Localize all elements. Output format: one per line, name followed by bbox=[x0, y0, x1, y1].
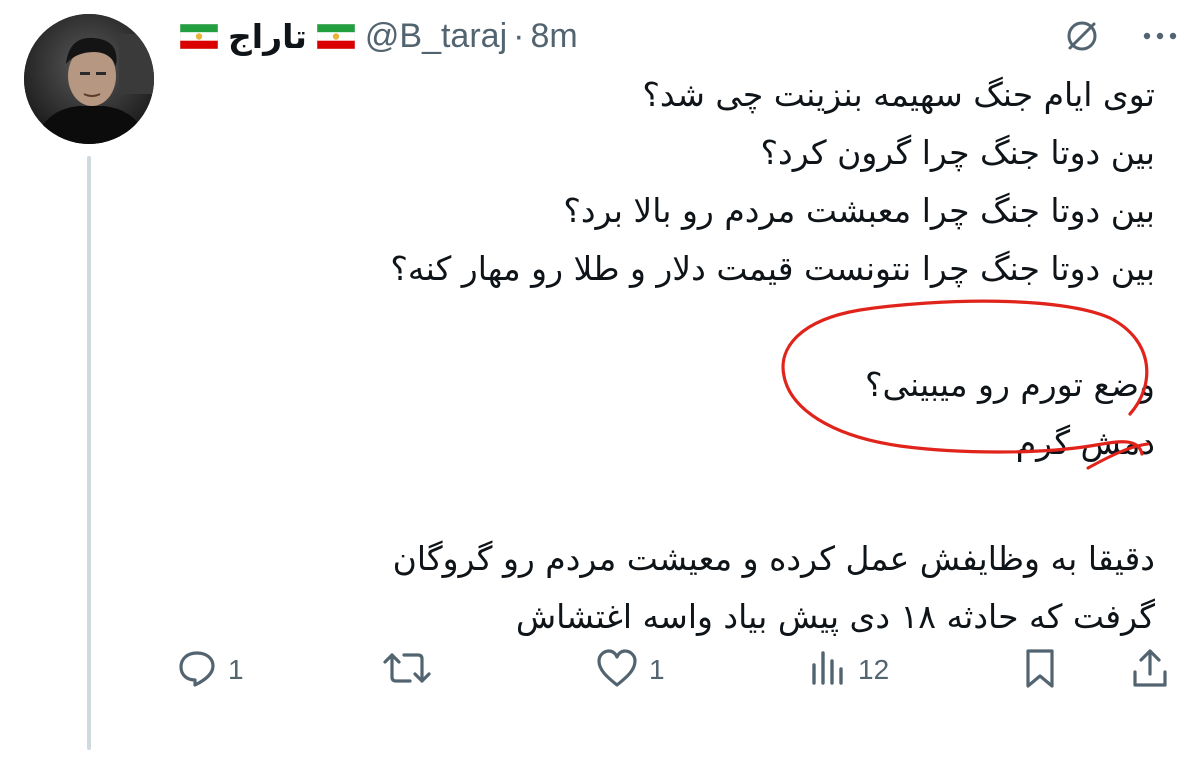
views-icon bbox=[808, 647, 848, 693]
iran-flag-icon bbox=[316, 23, 356, 49]
avatar[interactable] bbox=[24, 14, 154, 144]
like-count: 1 bbox=[649, 654, 665, 685]
tweet-text: توی ایام جنگ سهیمه بنزینت چی شد؟ بین دوت… bbox=[180, 66, 1155, 646]
reply-count: 1 bbox=[228, 654, 244, 685]
views-button[interactable]: 12 bbox=[808, 640, 889, 700]
user-handle[interactable]: @B_taraj bbox=[365, 17, 507, 56]
more-icon[interactable] bbox=[1140, 14, 1180, 58]
bookmark-icon bbox=[1020, 646, 1060, 694]
like-icon bbox=[595, 647, 639, 693]
action-bar: 1 1 12 bbox=[170, 640, 1180, 700]
like-button[interactable]: 1 bbox=[595, 640, 665, 700]
timestamp[interactable]: 8m bbox=[530, 17, 577, 56]
bookmark-button[interactable] bbox=[1020, 640, 1060, 700]
tweet-line: بین دوتا جنگ چرا گرون کرد؟ bbox=[760, 133, 1155, 172]
retweet-icon bbox=[382, 647, 432, 693]
share-icon bbox=[1130, 646, 1170, 694]
tweet-line: دقیقا به وظایفش عمل کرده و معیشت مردم رو… bbox=[392, 539, 1155, 578]
display-name[interactable]: تاراج bbox=[228, 17, 307, 56]
grok-icon[interactable] bbox=[1060, 14, 1104, 58]
tweet-line: وضع تورم رو میبینی؟ bbox=[865, 365, 1155, 404]
tweet-line: گرفت که حادثه ۱۸ دی پیش بیاد واسه اغتشاش bbox=[515, 597, 1155, 636]
separator-dot: · bbox=[513, 16, 525, 55]
tweet-line: توی ایام جنگ سهیمه بنزینت چی شد؟ bbox=[642, 75, 1155, 114]
tweet-header: تاراج @B_taraj · 8m bbox=[179, 10, 1180, 60]
reply-button[interactable]: 1 bbox=[176, 640, 244, 700]
tweet-line: بین دوتا جنگ چرا نتونست قیمت دلار و طلا … bbox=[390, 249, 1155, 288]
tweet-line: دمش گرم bbox=[1015, 423, 1155, 462]
reply-icon bbox=[176, 647, 218, 693]
view-count: 12 bbox=[858, 654, 890, 685]
share-button[interactable] bbox=[1130, 640, 1170, 700]
iran-flag-icon bbox=[179, 23, 219, 49]
thread-line bbox=[87, 156, 91, 750]
retweet-button[interactable] bbox=[382, 640, 442, 700]
tweet-line: بین دوتا جنگ چرا معبشت مردم رو بالا برد؟ bbox=[563, 191, 1155, 230]
